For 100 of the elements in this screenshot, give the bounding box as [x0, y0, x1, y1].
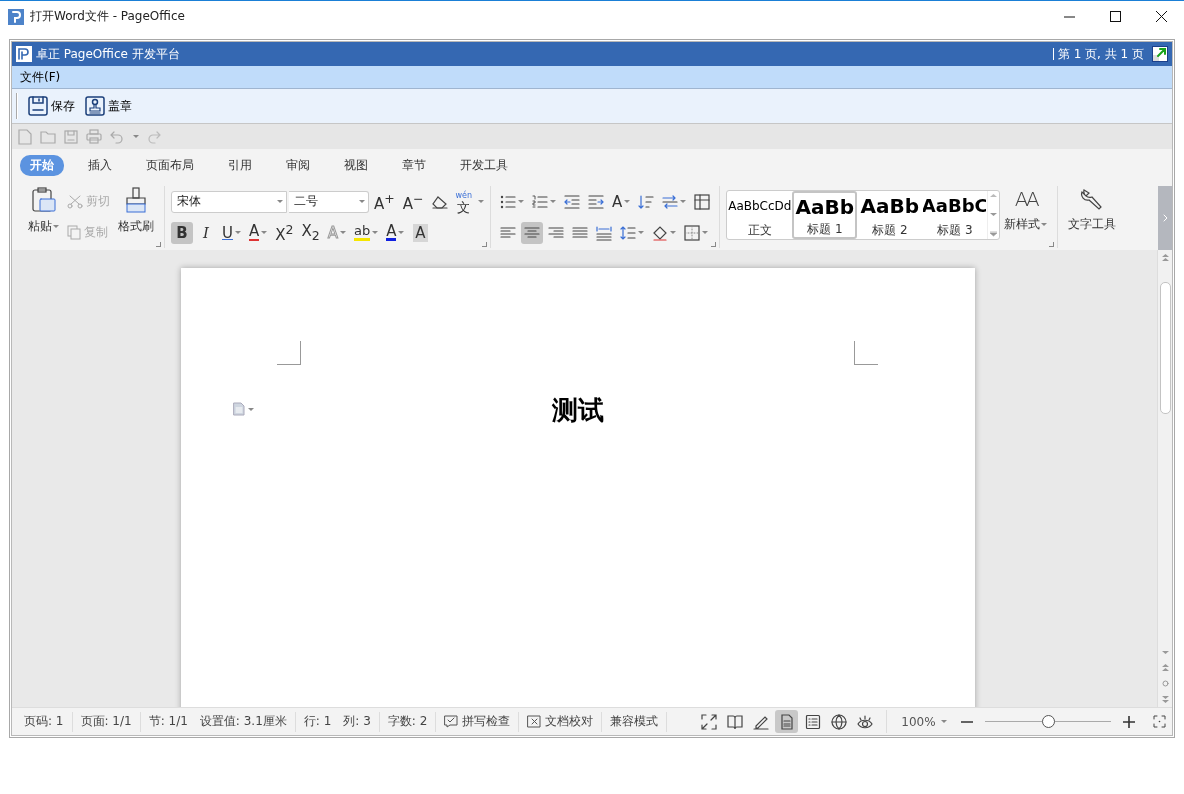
caret-icon: [518, 200, 525, 203]
previous-page-icon: [1161, 663, 1169, 672]
plus-icon: [1123, 715, 1135, 728]
zoom-slider-thumb[interactable]: [1041, 715, 1055, 728]
scroll-up-icon: [1161, 253, 1169, 262]
ribbon-tab[interactable]: 开发工具: [450, 155, 518, 176]
font-size-field[interactable]: 二号: [289, 190, 369, 213]
italic-button[interactable]: I: [195, 221, 217, 244]
line-spacing-icon: [620, 224, 637, 241]
underline-button[interactable]: U: [219, 221, 244, 244]
spell-check-button[interactable]: 拼写检查: [444, 713, 511, 730]
platform-title: 卓正 PageOffice 开发平台: [36, 45, 181, 63]
caret-icon: [702, 231, 709, 234]
folder-icon: [40, 129, 56, 144]
bulleted-list-icon: [500, 193, 517, 210]
stamp-button[interactable]: 盖章: [85, 96, 132, 116]
style-option[interactable]: AaBb 标题 2: [857, 191, 923, 239]
status-text: 页码: 1: [24, 713, 64, 730]
copy-icon: [67, 225, 81, 240]
caret-icon: [235, 231, 241, 234]
status-text: 页面: 1/1: [80, 713, 132, 730]
style-option[interactable]: AaBbCcDd 正文: [727, 191, 793, 239]
open-book-icon: [726, 713, 743, 730]
proofread-button[interactable]: 文档校对: [527, 713, 594, 730]
dialog-launcher-icon[interactable]: [482, 242, 488, 247]
view-page-button[interactable]: [775, 710, 799, 733]
caret-icon: [638, 231, 645, 234]
paragraph-marker-icon: [232, 402, 245, 416]
text-tools-button[interactable]: 文字工具: [1064, 186, 1121, 248]
paste-button[interactable]: 粘贴: [24, 186, 63, 248]
align-center-icon: [524, 224, 541, 241]
status-text: 行: 1: [303, 713, 332, 730]
numbered-list-icon: [532, 193, 549, 210]
phonetic-guide-button[interactable]: wén 文: [452, 190, 476, 213]
chevron-right-icon: [1162, 214, 1168, 222]
logo-icon: [16, 46, 32, 62]
ribbon-tab[interactable]: 插入: [78, 155, 122, 176]
caret-icon: [670, 231, 677, 234]
strikethrough-button[interactable]: A: [246, 221, 271, 244]
caret-icon: [398, 231, 405, 234]
ribbon-tab[interactable]: 审阅: [276, 155, 320, 176]
ribbon-tab[interactable]: 章节: [392, 155, 436, 176]
dialog-launcher-icon[interactable]: [711, 242, 717, 247]
app-icon: [8, 8, 24, 25]
margin-corner-mark: [853, 341, 878, 365]
eye-icon: [856, 713, 873, 730]
page-view-icon: [778, 713, 795, 730]
caret-icon: [359, 200, 365, 203]
vertical-scrollbar[interactable]: [1157, 250, 1172, 707]
gallery-scrollbar[interactable]: [987, 191, 1000, 239]
caret-icon: [478, 200, 485, 203]
menu-item[interactable]: 文件(F): [18, 68, 63, 86]
margin-corner-mark: [276, 341, 301, 365]
dialog-launcher-icon[interactable]: [156, 242, 161, 247]
outline-view-icon: [804, 713, 821, 730]
more-icon: [990, 231, 998, 237]
ribbon-tab[interactable]: 引用: [218, 155, 262, 176]
stamp-icon: [85, 96, 105, 116]
status-text: 兼容模式: [610, 713, 659, 730]
save-icon: [64, 129, 78, 144]
font-name-field[interactable]: 宋体: [171, 190, 287, 213]
format-painter-button[interactable]: 格式刷: [114, 186, 158, 248]
grow-font-button[interactable]: A$^{+}$: [371, 190, 398, 213]
outdent-icon: [564, 193, 581, 210]
next-page-icon: [1161, 695, 1169, 704]
scroll-down-icon: [1161, 650, 1169, 655]
paint-bucket-icon: [652, 224, 669, 241]
status-text: 字数: 2: [387, 713, 428, 730]
caret-icon: [624, 200, 631, 203]
status-text: 节: 1/1: [148, 713, 188, 730]
page-indicator: 第 1 页, 共 1 页: [1057, 45, 1144, 63]
caret-icon: [550, 200, 557, 203]
new-style-button[interactable]: AA 新样式: [1000, 186, 1052, 248]
dialog-launcher-icon[interactable]: [1049, 242, 1055, 247]
shrink-font-button[interactable]: A$^{−}$: [399, 190, 427, 213]
text-direction-button[interactable]: A: [609, 190, 634, 213]
align-center-button[interactable]: [521, 221, 544, 244]
zoom-level-dropdown[interactable]: 100%: [901, 714, 947, 729]
scroll-thumb[interactable]: [1159, 282, 1171, 414]
superscript-button[interactable]: X$^{2}$: [272, 221, 297, 244]
font-color-button[interactable]: A: [383, 221, 408, 244]
brush-icon: [124, 186, 148, 214]
ribbon-tab[interactable]: 视图: [334, 155, 378, 176]
style-option[interactable]: AaBb 标题 1: [792, 191, 858, 239]
caret-icon: [133, 135, 139, 138]
maximize-icon: [1109, 11, 1121, 22]
scroll-down-icon: [990, 212, 998, 217]
scissors-icon: [67, 194, 83, 209]
ribbon-tab[interactable]: 页面布局: [136, 155, 204, 176]
print-icon: [86, 129, 102, 144]
highlight-button[interactable]: ab: [351, 221, 382, 244]
status-text: 列: 3: [343, 713, 371, 730]
status-text: 设置值: 3.1厘米: [199, 713, 287, 730]
save-button[interactable]: 保存: [28, 96, 75, 116]
check-box-icon: [444, 715, 459, 728]
bold-button[interactable]: B: [171, 221, 193, 244]
caret-icon: [277, 200, 283, 203]
borders-icon: [684, 224, 701, 241]
subscript-button[interactable]: X$_{2}$: [298, 221, 323, 244]
caret-icon: [53, 225, 59, 228]
